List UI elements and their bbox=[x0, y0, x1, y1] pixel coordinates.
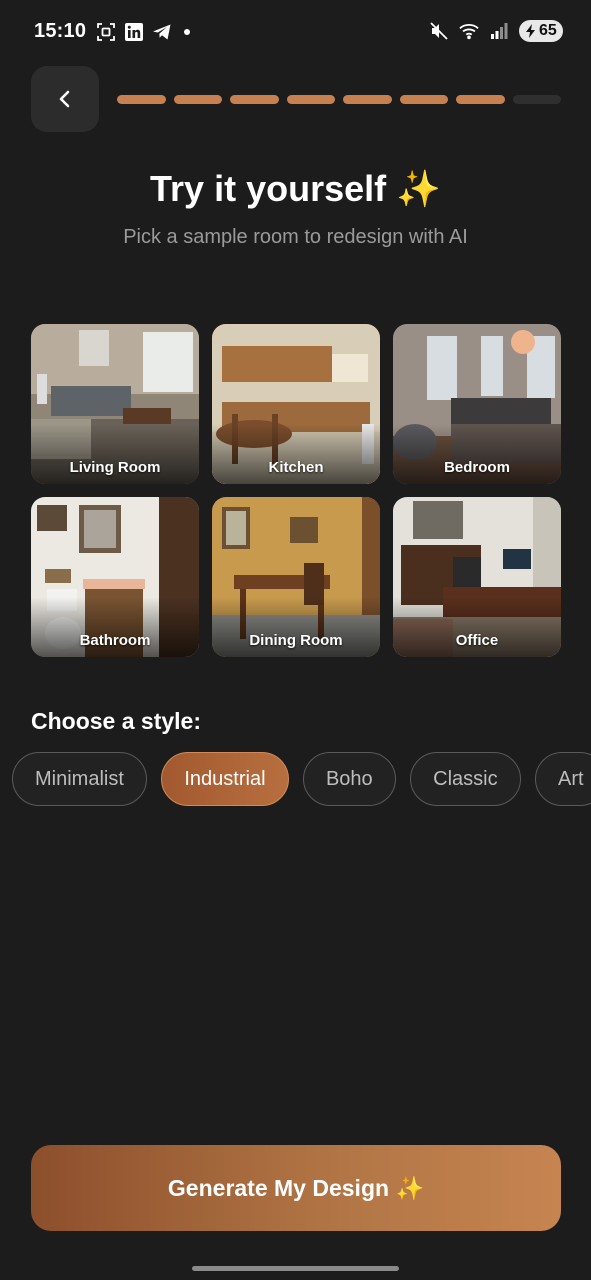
status-time: 15:10 bbox=[34, 20, 87, 42]
status-bar: 15:10 65 bbox=[0, 0, 591, 64]
room-tile-label: Bathroom bbox=[79, 632, 151, 649]
room-tile-label: Kitchen bbox=[268, 459, 324, 476]
notification-dot bbox=[184, 29, 190, 35]
status-notification-icons bbox=[96, 22, 190, 42]
style-section-heading: Choose a style: bbox=[31, 708, 201, 734]
room-tile-label: Dining Room bbox=[249, 632, 343, 649]
charging-bolt-icon bbox=[526, 24, 535, 38]
style-chip-minimalist[interactable]: Minimalist bbox=[12, 752, 147, 806]
progress-step bbox=[173, 95, 222, 104]
style-chip-list[interactable]: Minimalist Industrial Boho Classic Art bbox=[12, 752, 591, 808]
room-tile-bedroom[interactable]: Bedroom bbox=[393, 324, 561, 484]
page-subtitle: Pick a sample room to redesign with AI bbox=[123, 226, 468, 248]
room-tile-label: Bedroom bbox=[444, 459, 510, 476]
progress-step bbox=[512, 95, 561, 104]
progress-step bbox=[399, 95, 448, 104]
progress-step bbox=[343, 95, 392, 104]
chevron-left-icon bbox=[59, 90, 70, 108]
home-indicator[interactable] bbox=[192, 1266, 399, 1271]
mute-icon bbox=[429, 21, 449, 41]
room-tile-dining-room[interactable]: Dining Room bbox=[212, 497, 380, 657]
style-chip-classic[interactable]: Classic bbox=[410, 752, 521, 806]
progress-step bbox=[456, 95, 505, 104]
progress-step bbox=[230, 95, 279, 104]
wifi-icon bbox=[459, 21, 479, 41]
linkedin-icon bbox=[124, 22, 144, 42]
room-grid: Living Room Kitchen Bedroom Bathroom Din… bbox=[31, 324, 561, 657]
onboarding-progress bbox=[117, 95, 561, 104]
room-tile-label: Living Room bbox=[69, 459, 161, 476]
back-button[interactable] bbox=[31, 66, 99, 132]
room-tile-bathroom[interactable]: Bathroom bbox=[31, 497, 199, 657]
style-chip-art[interactable]: Art bbox=[535, 752, 591, 806]
battery-level: 65 bbox=[539, 22, 557, 39]
room-tile-office[interactable]: Office bbox=[393, 497, 561, 657]
signal-icon bbox=[489, 21, 509, 41]
telegram-icon bbox=[152, 22, 172, 42]
style-chip-industrial[interactable]: Industrial bbox=[161, 752, 289, 806]
room-tile-living-room[interactable]: Living Room bbox=[31, 324, 199, 484]
room-tile-label: Office bbox=[455, 632, 499, 649]
battery-indicator: 65 bbox=[519, 20, 563, 42]
generate-design-button[interactable]: Generate My Design ✨ bbox=[31, 1145, 561, 1231]
style-chip-boho[interactable]: Boho bbox=[302, 752, 396, 806]
progress-step bbox=[286, 95, 335, 104]
screenshot-icon bbox=[96, 22, 116, 42]
room-tile-kitchen[interactable]: Kitchen bbox=[212, 324, 380, 484]
progress-step bbox=[117, 95, 166, 104]
page-title: Try it yourself ✨ bbox=[150, 168, 441, 209]
status-system-icons: 65 bbox=[429, 20, 563, 42]
